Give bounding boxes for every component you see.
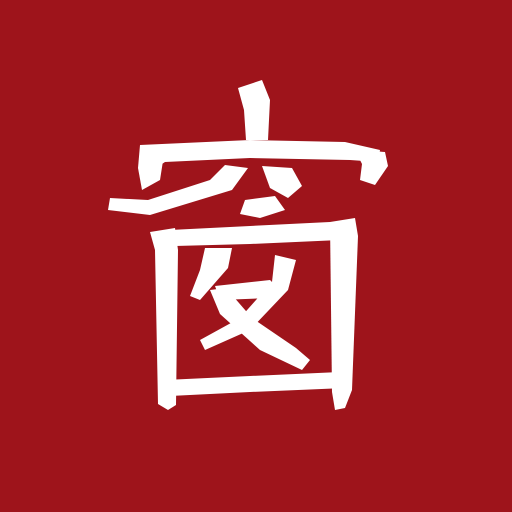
app-icon: 窗 bbox=[0, 0, 512, 512]
window-character-logo-icon bbox=[108, 80, 388, 410]
